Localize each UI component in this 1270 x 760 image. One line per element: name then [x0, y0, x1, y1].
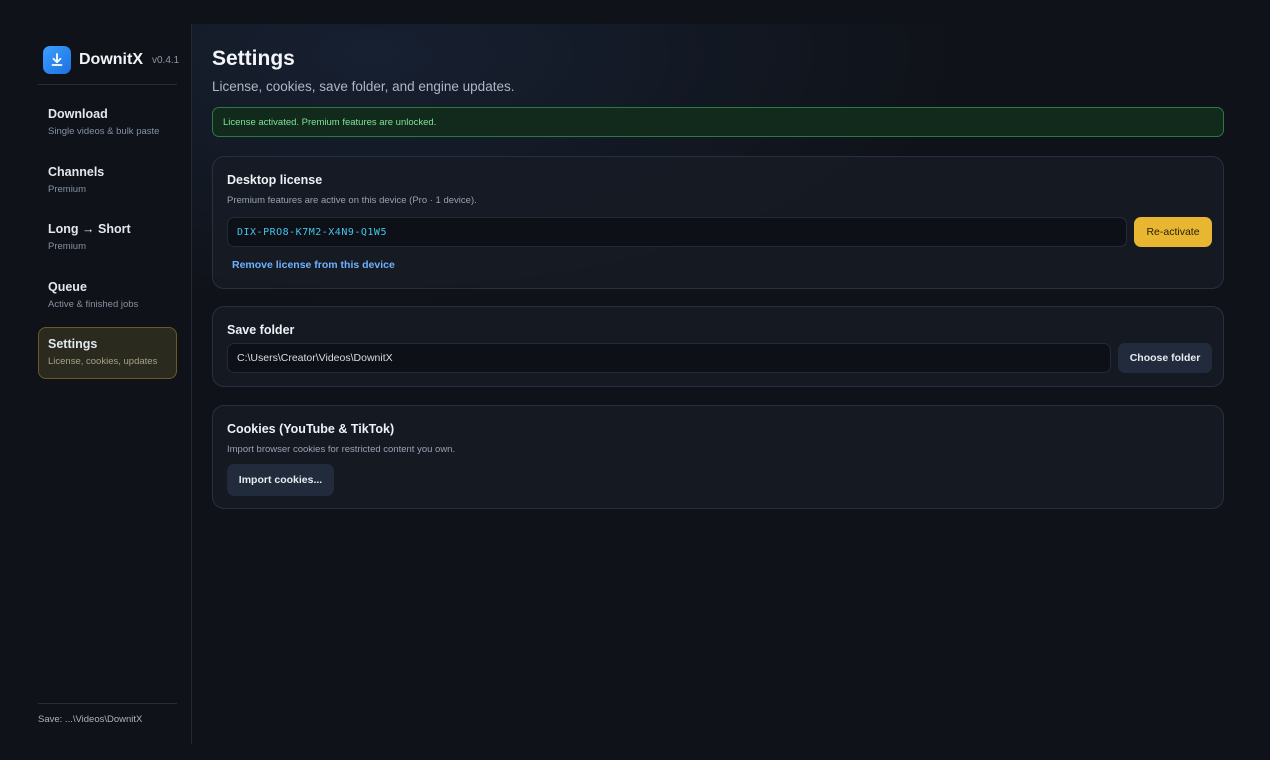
card-title: Cookies (YouTube & TikTok) — [227, 422, 395, 436]
sidebar-item-queue[interactable]: Queue Active & finished jobs — [38, 270, 177, 322]
choose-folder-button[interactable]: Choose folder — [1118, 343, 1212, 373]
save-folder-path: C:\Users\Creator\Videos\DownitX — [237, 352, 393, 364]
alert-text: License activated. Premium features are … — [223, 116, 437, 128]
sidebar-item-label: Queue — [48, 279, 87, 294]
sidebar-item-sub: Premium — [48, 241, 87, 252]
sidebar-item-channels[interactable]: Channels Premium — [38, 155, 177, 207]
page-subtitle: License, cookies, save folder, and engin… — [212, 79, 515, 94]
cookies-card: Cookies (YouTube & TikTok) Import browse… — [212, 405, 1224, 509]
sidebar-item-sub: Single videos & bulk paste — [48, 126, 160, 137]
divider — [38, 703, 177, 704]
app-version: v0.4.1 — [152, 54, 180, 66]
sidebar-item-sub: Active & finished jobs — [48, 298, 139, 310]
app-window: DownitX v0.4.1 Download Single videos & … — [24, 24, 1246, 744]
save-folder-path-field[interactable]: C:\Users\Creator\Videos\DownitX — [227, 343, 1111, 373]
sidebar: DownitX v0.4.1 Download Single videos & … — [24, 24, 192, 744]
license-card: Desktop license Premium features are act… — [212, 156, 1224, 289]
license-key-value: DIX-PRO8-K7M2-X4N9-Q1W5 — [237, 226, 387, 238]
save-path-footer: Save: ...\Videos\DownitX — [38, 714, 143, 725]
sidebar-item-label: Settings — [48, 337, 98, 351]
card-title: Save folder — [227, 323, 295, 337]
brand: DownitX v0.4.1 — [43, 46, 179, 74]
sidebar-item-sub: Premium — [48, 183, 87, 195]
import-cookies-button[interactable]: Import cookies... — [227, 464, 334, 496]
download-logo-icon — [43, 46, 71, 74]
remove-license-link[interactable]: Remove license from this device — [232, 259, 395, 271]
sidebar-item-label: Channels — [48, 164, 105, 179]
reactivate-button[interactable]: Re-activate — [1134, 217, 1212, 247]
license-key-field[interactable]: DIX-PRO8-K7M2-X4N9-Q1W5 — [227, 217, 1127, 247]
sidebar-item-sub: License, cookies, updates — [48, 356, 158, 367]
page-title: Settings — [212, 47, 295, 70]
main-content: Settings License, cookies, save folder, … — [192, 24, 1246, 744]
brand-name: DownitX — [79, 51, 143, 68]
sidebar-item-label: Long → Short — [48, 222, 131, 236]
card-title: Desktop license — [227, 173, 323, 187]
card-description: Import browser cookies for restricted co… — [227, 444, 456, 455]
sidebar-nav: Download Single videos & bulk paste Chan… — [38, 97, 177, 385]
sidebar-item-download[interactable]: Download Single videos & bulk paste — [38, 97, 177, 149]
success-alert: License activated. Premium features are … — [212, 107, 1224, 137]
card-description: Premium features are active on this devi… — [227, 195, 477, 206]
divider — [38, 84, 177, 85]
sidebar-item-settings[interactable]: Settings License, cookies, updates — [38, 327, 177, 379]
sidebar-item-long-short[interactable]: Long → Short Premium — [38, 212, 177, 264]
save-folder-card: Save folder C:\Users\Creator\Videos\Down… — [212, 306, 1224, 387]
sidebar-item-label: Download — [48, 107, 108, 121]
